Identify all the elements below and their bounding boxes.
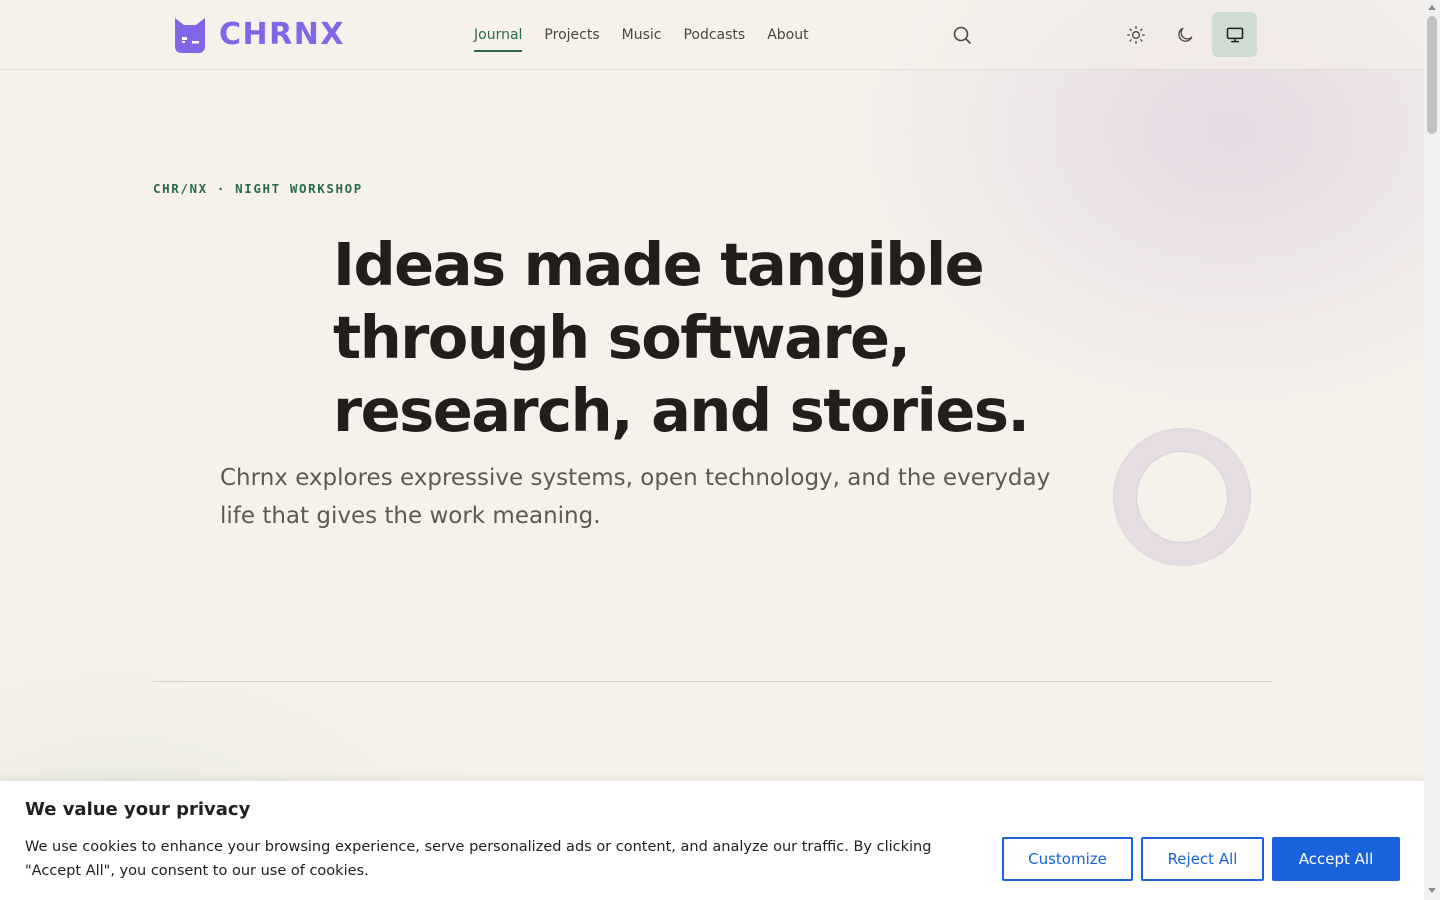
customize-button[interactable]: Customize (1002, 837, 1133, 881)
reject-all-button[interactable]: Reject All (1141, 837, 1264, 881)
hero-eyebrow: CHR/NX · NIGHT WORKSHOP (153, 181, 363, 196)
scroll-up-arrow-icon[interactable] (1428, 5, 1436, 10)
main-nav: Journal Projects Music Podcasts About (474, 24, 831, 52)
nav-item-music[interactable]: Music (622, 24, 662, 46)
nav-item-podcasts[interactable]: Podcasts (683, 24, 745, 46)
section-divider (153, 681, 1273, 682)
monitor-icon (1226, 27, 1243, 42)
hero-lede: Chrnx explores expressive systems, open … (220, 465, 1051, 529)
accept-all-button[interactable]: Accept All (1272, 837, 1400, 881)
logo-link[interactable]: CHRNX (173, 16, 345, 54)
light-theme-button[interactable] (1113, 12, 1158, 57)
cookie-banner-title: We value your privacy (25, 799, 251, 820)
site-header: CHRNX Journal Projects Music Podcasts Ab… (0, 0, 1424, 70)
dark-theme-button[interactable] (1162, 12, 1207, 57)
search-button[interactable] (950, 23, 974, 47)
scroll-down-arrow-icon[interactable] (1428, 888, 1436, 893)
search-icon (953, 26, 971, 44)
nav-item-journal[interactable]: Journal (474, 24, 523, 52)
scrollbar-thumb[interactable] (1427, 16, 1437, 134)
cookie-banner-text: We use cookies to enhance your browsing … (25, 839, 932, 879)
hero-headline: Ideas made tangible through software, re… (333, 230, 1030, 445)
brand-name: CHRNX (219, 17, 345, 52)
page: CHRNX Journal Projects Music Podcasts Ab… (0, 0, 1424, 900)
system-theme-button[interactable] (1212, 12, 1257, 57)
sun-icon (1126, 25, 1145, 44)
page-scrollbar[interactable] (1424, 0, 1440, 900)
nav-item-projects[interactable]: Projects (544, 24, 599, 46)
cat-logo-icon (175, 18, 205, 53)
decorative-ring (1114, 429, 1250, 565)
moon-icon (1177, 27, 1192, 42)
nav-item-about[interactable]: About (767, 24, 808, 46)
